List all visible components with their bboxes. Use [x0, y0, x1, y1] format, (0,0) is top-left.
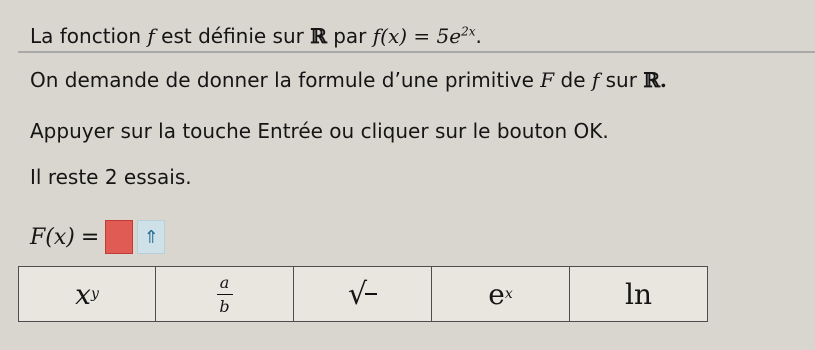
- task-de: de: [560, 68, 586, 92]
- ln-label: ln: [625, 277, 652, 311]
- answer-label: F(x): [30, 224, 75, 250]
- statement-mid: est définie sur: [161, 24, 304, 48]
- power-base: x: [75, 277, 91, 311]
- exp-base: e: [488, 277, 505, 311]
- fraction-icon: a b: [216, 272, 233, 316]
- fraction-numerator: a: [219, 272, 230, 292]
- double-up-arrow-icon[interactable]: ⇑: [137, 220, 166, 254]
- sqrt-bar: [365, 293, 378, 295]
- fraction-button[interactable]: a b: [156, 266, 294, 322]
- function-symbol: f: [147, 24, 155, 48]
- task-function-symbol: f: [591, 68, 600, 92]
- statement-intro: La fonction: [30, 24, 142, 48]
- fraction-bar: [216, 293, 233, 295]
- power-exponent: y: [90, 286, 99, 302]
- sqrt-button[interactable]: √: [294, 266, 432, 322]
- task-text: On demande de donner la formule d’une pr…: [30, 68, 534, 92]
- statement-line: La fonction f est définie sur ℝ par f(x)…: [30, 24, 482, 48]
- ln-button[interactable]: ln: [570, 266, 708, 322]
- function-exponent: 2x: [461, 24, 476, 39]
- math-toolbar: xy a b √ ex ln: [18, 266, 708, 322]
- exp-power: x: [504, 286, 513, 302]
- real-set-symbol: ℝ: [310, 24, 327, 48]
- instruction-text: Appuyer sur la touche Entrée ou cliquer …: [30, 119, 609, 143]
- separator: [18, 51, 815, 53]
- function-definition: f(x) = 5e: [372, 24, 462, 48]
- equals-sign: =: [80, 224, 100, 250]
- exponential-button[interactable]: ex: [432, 266, 570, 322]
- fraction-denominator: b: [219, 296, 230, 316]
- attempts-text: Il reste 2 essais.: [30, 165, 192, 189]
- task-real-set: ℝ.: [643, 68, 667, 92]
- task-line: On demande de donner la formule d’une pr…: [30, 68, 667, 92]
- task-sur: sur: [605, 68, 637, 92]
- primitive-symbol: F: [540, 68, 555, 92]
- statement-period: .: [475, 24, 482, 48]
- exercise-panel: La fonction f est définie sur ℝ par f(x)…: [18, 8, 815, 350]
- answer-row: F(x) = ⇑: [30, 220, 166, 254]
- statement-par: par: [333, 24, 367, 48]
- answer-input[interactable]: [105, 220, 134, 254]
- power-button[interactable]: xy: [18, 266, 156, 322]
